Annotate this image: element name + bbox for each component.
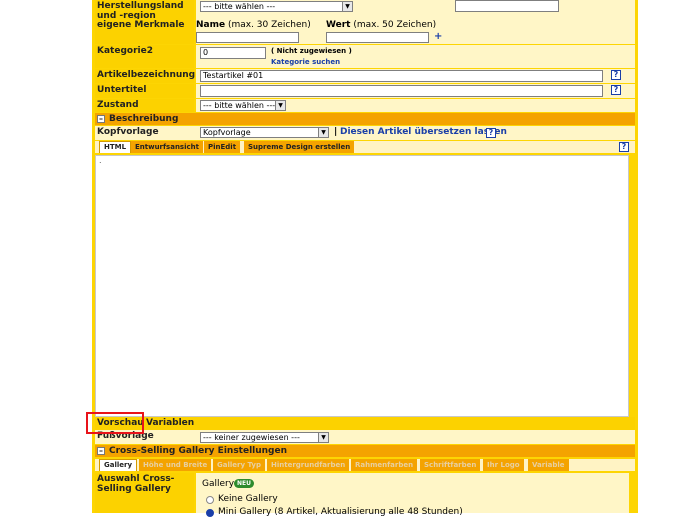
tab-html[interactable]: HTML (99, 141, 132, 153)
row-auswahl-gallery: Auswahl Cross-Selling Gallery Gallery NE… (95, 473, 635, 517)
row-artikelbezeichnung: Artikelbezeichnung Testartikel #01 ? (95, 69, 635, 83)
row-merkmale: eigene Merkmale Name (max. 30 Zeichen) W… (95, 19, 635, 44)
row-zustand: Zustand --- bitte wählen --- ▼ (95, 99, 635, 112)
zustand-label: Zustand (95, 99, 194, 112)
option-keine-gallery: Keine Gallery (218, 494, 278, 504)
editor-content: . (99, 156, 102, 165)
radio-mini-gallery[interactable] (206, 509, 214, 517)
tab-schriftfarben[interactable]: Schriftfarben (420, 459, 481, 471)
row-fussvorlage: Fußvorlage --- keiner zugewiesen --- ▼ (95, 430, 635, 444)
beschreibung-section-header[interactable]: – Beschreibung (95, 113, 635, 125)
tab-pinedit[interactable]: PinEdit (204, 141, 241, 153)
kategorie2-label: Kategorie2 (95, 45, 194, 68)
merkmale-label: eigene Merkmale (95, 19, 194, 44)
name-hint: (max. 30 Zeichen) (227, 20, 311, 30)
wert-hint: (max. 50 Zeichen) (353, 20, 437, 30)
tab-gallery[interactable]: Gallery (99, 459, 138, 471)
article-form: Herstellungsland und -region --- bitte w… (95, 0, 635, 517)
herkunft-select[interactable]: --- bitte wählen --- ▼ (200, 1, 353, 12)
row-herkunft: Herstellungsland und -region --- bitte w… (95, 0, 635, 21)
untertitel-label: Untertitel (95, 84, 194, 98)
chevron-down-icon: ▼ (318, 128, 328, 137)
tab-rahmenfarben[interactable]: Rahmenfarben (351, 459, 418, 471)
zustand-select[interactable]: --- bitte wählen --- ▼ (200, 100, 286, 111)
kategorie2-status: ( Nicht zugewiesen ) (271, 47, 352, 55)
gallery-title: Gallery (202, 479, 235, 489)
help-icon[interactable]: ? (619, 142, 629, 152)
collapse-icon[interactable]: – (97, 447, 105, 455)
crossselling-section-header[interactable]: – Cross-Selling Gallery Einstellungen (95, 445, 635, 457)
auswahl-gallery-label: Auswahl Cross-Selling Gallery (95, 473, 194, 513)
untertitel-input[interactable] (200, 85, 603, 97)
row-kopfvorlage: Kopfvorlage Kopfvorlage ▼ | Diesen Artike… (95, 126, 635, 140)
help-icon[interactable]: ? (611, 70, 621, 80)
add-merkmal-button[interactable]: + (434, 31, 442, 42)
translate-article-link[interactable]: Diesen Artikel übersetzen lassen (340, 127, 507, 137)
kategorie-suchen-link[interactable]: Kategorie suchen (271, 58, 340, 66)
row-kategorie2: Kategorie2 0 ( Nicht zugewiesen ) Katego… (95, 45, 635, 68)
chevron-down-icon: ▼ (342, 2, 352, 11)
kategorie2-input[interactable]: 0 (200, 47, 266, 59)
highlight-box (86, 412, 144, 434)
kopfvorlage-select[interactable]: Kopfvorlage ▼ (200, 127, 329, 138)
preview-tabs: Vorschau Variablen (95, 417, 635, 430)
chevron-down-icon: ▼ (275, 101, 285, 110)
crossselling-tabs: Gallery Höhe und Breite Gallery Typ Hint… (95, 459, 635, 471)
merkmal-wert-input[interactable] (326, 32, 429, 43)
artikelbezeichnung-input[interactable]: Testartikel #01 (200, 70, 603, 82)
separator: | (334, 127, 338, 137)
description-editor[interactable]: . (95, 155, 629, 417)
option-mini-gallery: Mini Gallery (8 Artikel, Aktualisierung … (218, 507, 463, 517)
row-untertitel: Untertitel ? (95, 84, 635, 98)
tab-variable[interactable]: Variable (528, 459, 569, 471)
tab-variablen[interactable]: Variablen (146, 418, 194, 428)
merkmal-name-input[interactable] (196, 32, 299, 43)
wert-label: Wert (326, 20, 351, 30)
name-label: Name (196, 20, 226, 30)
herkunft-label: Herstellungsland und -region (95, 0, 194, 21)
artikelbezeichnung-label: Artikelbezeichnung (95, 69, 195, 83)
editor-tabs: HTML Entwurfsansicht PinEdit Supreme Des… (95, 141, 635, 153)
tab-ihr-logo[interactable]: Ihr Logo (483, 459, 524, 471)
tab-gallery-typ[interactable]: Gallery Typ (213, 459, 265, 471)
tab-supreme-design[interactable]: Supreme Design erstellen (244, 141, 355, 153)
chevron-down-icon: ▼ (318, 433, 328, 442)
help-icon[interactable]: ? (611, 85, 621, 95)
tab-entwurfsansicht[interactable]: Entwurfsansicht (131, 141, 203, 153)
herkunft-region-input[interactable] (455, 0, 559, 12)
tab-hintergrundfarben[interactable]: Hintergrundfarben (267, 459, 350, 471)
help-icon[interactable]: ? (486, 128, 496, 138)
tab-hoehe-breite[interactable]: Höhe und Breite (139, 459, 212, 471)
collapse-icon[interactable]: – (97, 115, 105, 123)
radio-keine-gallery[interactable] (206, 496, 214, 504)
kopfvorlage-label: Kopfvorlage (95, 126, 194, 140)
fussvorlage-select[interactable]: --- keiner zugewiesen --- ▼ (200, 432, 329, 443)
new-badge: NEU (234, 479, 254, 488)
